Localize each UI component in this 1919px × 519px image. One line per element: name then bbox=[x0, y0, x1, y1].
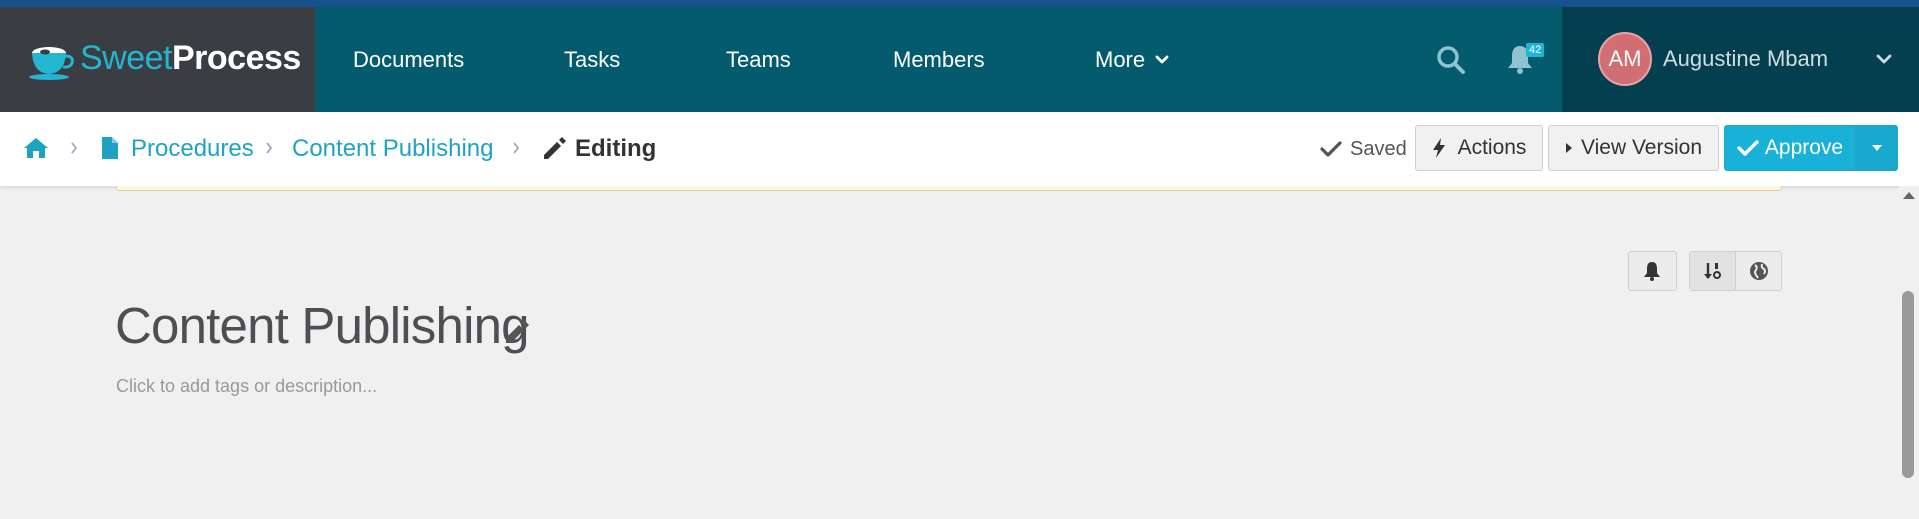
search-icon[interactable] bbox=[1436, 45, 1466, 75]
file-icon bbox=[102, 137, 118, 159]
view-version-button[interactable]: View Version bbox=[1548, 125, 1719, 171]
approve-button[interactable]: Approve bbox=[1724, 125, 1856, 171]
avatar: AM bbox=[1598, 32, 1652, 86]
home-icon[interactable] bbox=[22, 136, 50, 160]
top-navbar: SweetProcess Documents Tasks Teams Membe… bbox=[0, 7, 1919, 112]
bell-toggle-button[interactable] bbox=[1629, 252, 1675, 290]
saved-status: Saved bbox=[1320, 112, 1407, 186]
breadcrumb-bar: Procedures Content Publishing Editing Sa… bbox=[0, 112, 1919, 186]
bell-icon bbox=[1644, 262, 1660, 281]
logo[interactable]: SweetProcess bbox=[0, 7, 315, 112]
chevron-down-icon bbox=[1876, 54, 1892, 64]
description-placeholder[interactable]: Click to add tags or description... bbox=[116, 376, 377, 397]
chevron-right-icon bbox=[513, 142, 520, 154]
user-name: Augustine Mbam bbox=[1663, 46, 1829, 71]
globe-toggle-button[interactable] bbox=[1736, 252, 1781, 290]
chevron-right-icon bbox=[71, 142, 78, 154]
nav-teams[interactable]: Teams bbox=[726, 7, 791, 112]
breadcrumb-editing: Editing bbox=[575, 135, 657, 162]
nav-documents[interactable]: Documents bbox=[353, 7, 464, 112]
sort-toggle-button[interactable] bbox=[1690, 252, 1736, 290]
scroll-up-arrow-icon[interactable] bbox=[1902, 190, 1916, 200]
brand-name: SweetProcess bbox=[80, 39, 301, 77]
sort-icon bbox=[1703, 263, 1721, 279]
actions-button[interactable]: Actions bbox=[1415, 125, 1543, 171]
user-menu[interactable]: AM Augustine Mbam bbox=[1562, 7, 1919, 112]
browser-top-strip bbox=[0, 0, 1919, 7]
nav-members[interactable]: Members bbox=[893, 7, 985, 112]
nav-more[interactable]: More bbox=[1095, 7, 1169, 112]
globe-icon bbox=[1749, 262, 1768, 280]
notification-count-badge: 42 bbox=[1526, 43, 1545, 57]
notice-box-bottom-edge bbox=[116, 186, 1782, 191]
notification-toggle-group bbox=[1628, 251, 1677, 291]
caret-down-icon bbox=[1871, 145, 1882, 151]
nav-tasks[interactable]: Tasks bbox=[564, 7, 620, 112]
chevron-down-icon bbox=[1155, 55, 1169, 63]
coffee-cup-logo-icon bbox=[29, 47, 74, 80]
view-toggle-group bbox=[1689, 251, 1782, 291]
chevron-right-icon bbox=[266, 142, 273, 154]
bolt-icon bbox=[1432, 138, 1445, 158]
caret-right-icon bbox=[1565, 143, 1572, 153]
pencil-icon bbox=[544, 137, 566, 159]
approve-options-dropdown[interactable] bbox=[1855, 125, 1898, 171]
breadcrumb-content-publishing[interactable]: Content Publishing bbox=[292, 112, 493, 186]
scrollbar-thumb[interactable] bbox=[1902, 291, 1914, 478]
page-title: Content Publishing bbox=[115, 297, 530, 354]
check-icon bbox=[1737, 140, 1759, 156]
pencil-icon[interactable] bbox=[503, 318, 531, 346]
check-icon bbox=[1320, 141, 1342, 157]
breadcrumb-procedures[interactable]: Procedures bbox=[131, 112, 254, 186]
